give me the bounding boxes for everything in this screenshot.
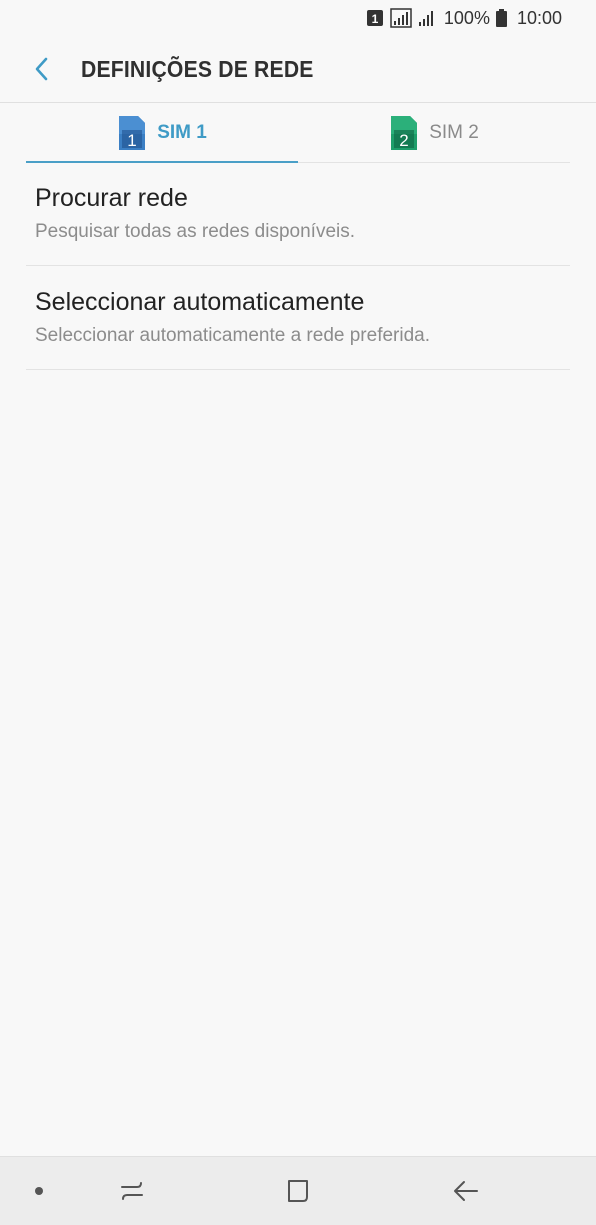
status-time: 10:00	[516, 7, 562, 28]
signal-icon-2	[418, 9, 436, 27]
back-arrow-icon	[454, 1181, 478, 1201]
app-bar: DEFINIÇÕES DE REDE	[0, 36, 596, 103]
list-item-title: Seleccionar automaticamente	[35, 288, 365, 316]
status-bar: 1 100% 10:00	[0, 0, 596, 36]
dot-icon	[35, 1187, 43, 1195]
list-item-subtitle: Pesquisar todas as redes disponíveis.	[35, 221, 356, 242]
recent-apps-icon	[121, 1182, 143, 1200]
back-nav-button[interactable]	[431, 1157, 501, 1225]
tab-sim2-label: SIM 2	[429, 121, 479, 143]
signal-icon	[390, 8, 412, 28]
chevron-left-icon	[35, 57, 48, 81]
sim-tabs: 1 SIM 1 2 SIM 2	[26, 103, 570, 163]
tab-sim1[interactable]: 1 SIM 1	[26, 103, 298, 163]
home-icon	[288, 1180, 308, 1202]
list-item-search-network[interactable]: Procurar rede Pesquisar todas as redes d…	[26, 162, 570, 266]
list-item-select-automatically[interactable]: Seleccionar automaticamente Seleccionar …	[26, 266, 570, 370]
svg-text:1: 1	[127, 131, 136, 150]
svg-text:2: 2	[399, 131, 408, 150]
svg-text:1: 1	[372, 12, 379, 26]
navigation-bar	[0, 1156, 596, 1225]
list-item-title: Procurar rede	[35, 184, 188, 212]
nav-dot-button[interactable]	[4, 1157, 74, 1225]
tab-sim1-label: SIM 1	[157, 121, 207, 143]
recent-apps-button[interactable]	[97, 1157, 167, 1225]
back-button[interactable]	[22, 49, 62, 89]
sim1-card-icon: 1	[119, 115, 146, 150]
sim1-indicator-icon: 1	[366, 9, 384, 27]
battery-icon	[495, 9, 507, 27]
settings-list: Procurar rede Pesquisar todas as redes d…	[26, 162, 570, 370]
sim2-card-icon: 2	[391, 115, 418, 150]
battery-percent: 100%	[443, 7, 490, 28]
home-button[interactable]	[263, 1157, 333, 1225]
tab-sim2[interactable]: 2 SIM 2	[298, 103, 570, 162]
page-title: DEFINIÇÕES DE REDE	[81, 55, 314, 82]
list-item-subtitle: Seleccionar automaticamente a rede prefe…	[35, 325, 431, 346]
